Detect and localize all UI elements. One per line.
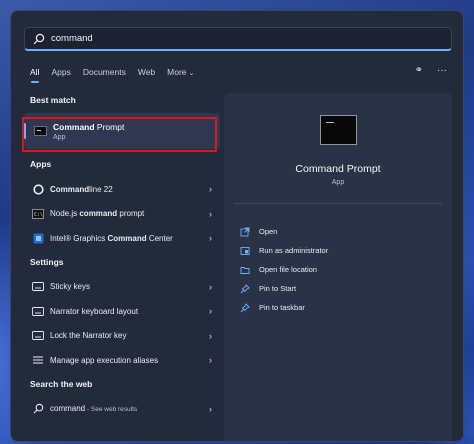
action-open[interactable]: Open [240, 222, 328, 241]
web-query: command [50, 404, 86, 414]
item-label: Narrator keyboard layout [50, 306, 139, 316]
action-run-as-admin[interactable]: Run as administrator [240, 241, 328, 260]
chevron-right-icon[interactable]: › [209, 306, 212, 316]
start-search-panel: All Apps Documents Web More⌄ ⚭ ··· Best … [10, 10, 464, 442]
chevron-right-icon[interactable]: › [209, 331, 212, 341]
item-label-bold: command [79, 209, 118, 219]
more-options-icon[interactable]: ··· [437, 65, 447, 76]
action-list: Open Run as administrator Open file loca… [240, 222, 328, 317]
item-label-bold: Command [107, 233, 147, 243]
item-label-rest: line 22 [89, 184, 113, 194]
section-settings: Settings [30, 256, 64, 267]
admin-shield-icon [240, 246, 250, 256]
list-settings-icon [32, 354, 44, 366]
item-label: Sticky keys [50, 282, 91, 292]
list-item[interactable]: Commandline 22 › [24, 177, 220, 202]
search-icon [32, 403, 44, 415]
open-icon [240, 227, 250, 237]
tab-web[interactable]: Web [138, 67, 155, 81]
commandline-app-icon [32, 183, 44, 195]
item-label-bold: Command [50, 184, 90, 194]
action-label: Open file location [259, 265, 317, 274]
list-item[interactable]: Lock the Narrator key › [24, 324, 220, 349]
chevron-down-icon: ⌄ [188, 70, 195, 77]
action-open-file-location[interactable]: Open file location [240, 260, 328, 279]
item-label-rest: prompt [117, 209, 145, 219]
nodejs-terminal-icon: C:\ [32, 208, 44, 220]
svg-text:C:\: C:\ [34, 212, 43, 218]
pin-icon [240, 283, 250, 294]
list-item[interactable]: Manage app execution aliases › [24, 348, 220, 373]
tab-apps[interactable]: Apps [51, 67, 70, 81]
share-icon[interactable]: ⚭ [415, 65, 423, 76]
search-box[interactable] [24, 27, 452, 51]
web-results-hint: - See web results [85, 406, 138, 414]
chevron-right-icon[interactable]: › [209, 404, 212, 414]
top-right-icons: ⚭ ··· [415, 65, 447, 76]
search-icon [33, 33, 45, 44]
tab-more-label: More [167, 67, 187, 77]
list-item[interactable]: Intel® Graphics Command Center › [24, 226, 220, 251]
best-match-highlight-box [22, 117, 217, 152]
section-search-web: Search the web [30, 378, 93, 389]
tab-more[interactable]: More ⌄ [167, 67, 194, 81]
section-apps: Apps [30, 159, 52, 169]
command-prompt-large-icon [320, 115, 357, 145]
web-search-item[interactable]: command - See web results › [24, 397, 220, 422]
list-item[interactable]: C:\ Node.js command prompt › [24, 202, 220, 227]
keyboard-icon [32, 330, 44, 342]
list-item[interactable]: Sticky keys › [24, 275, 220, 300]
item-label: Lock the Narrator key [50, 331, 127, 341]
item-label-prefix: Node.js [50, 209, 80, 219]
section-best-match: Best match [30, 95, 76, 105]
keyboard-icon [32, 305, 44, 317]
action-pin-to-start[interactable]: Pin to Start [240, 279, 328, 298]
chevron-right-icon[interactable]: › [209, 184, 212, 194]
action-label: Run as administrator [259, 246, 329, 255]
action-label: Open [259, 227, 278, 236]
tab-all[interactable]: All [30, 67, 40, 83]
intel-graphics-icon [32, 232, 44, 244]
filter-tabs: All Apps Documents Web More ⌄ [30, 67, 206, 83]
action-label: Pin to Start [259, 284, 297, 293]
tab-documents[interactable]: Documents [83, 67, 126, 81]
keyboard-icon [32, 281, 44, 293]
divider [234, 203, 442, 204]
chevron-right-icon[interactable]: › [209, 209, 212, 219]
action-pin-to-taskbar[interactable]: Pin to taskbar [240, 298, 328, 317]
pin-icon [240, 302, 250, 313]
action-label: Pin to taskbar [259, 303, 305, 312]
list-item[interactable]: Narrator keyboard layout › [24, 299, 220, 324]
preview-title: Command Prompt [295, 163, 381, 175]
preview-type: App [331, 179, 345, 186]
chevron-right-icon[interactable]: › [209, 282, 212, 292]
folder-icon [240, 265, 250, 275]
preview-pane: Command Prompt App Open Run as administr… [224, 93, 452, 441]
chevron-right-icon[interactable]: › [209, 355, 212, 365]
item-label-rest: Center [146, 233, 173, 243]
chevron-right-icon[interactable]: › [209, 233, 212, 243]
item-label-prefix: Intel® Graphics [50, 233, 108, 243]
item-label: Manage app execution aliases [50, 355, 159, 365]
search-input[interactable] [51, 33, 411, 44]
